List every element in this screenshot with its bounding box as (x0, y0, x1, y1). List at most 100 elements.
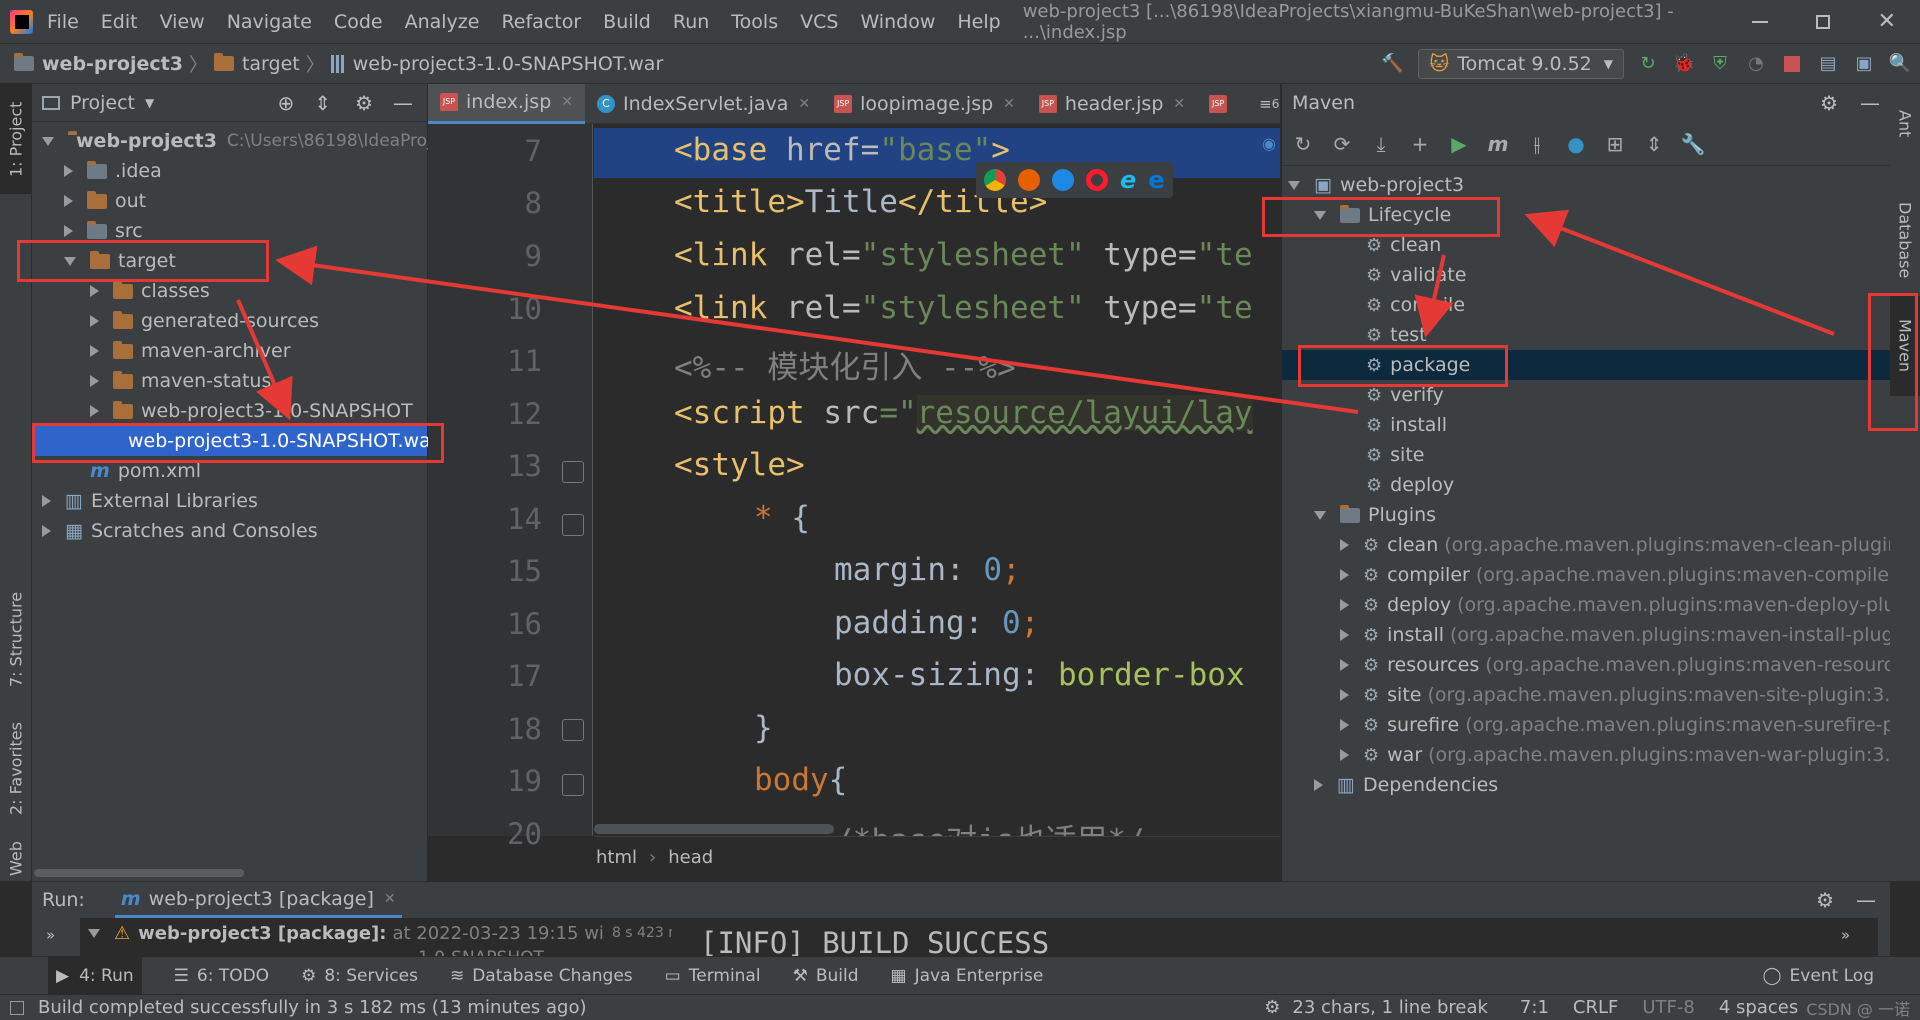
expand-more-icon[interactable]: » (1841, 926, 1850, 944)
status-message[interactable]: Build completed successfully in 3 s 182 … (38, 997, 587, 1018)
breadcrumb-html[interactable]: html (596, 847, 637, 868)
horizontal-scrollbar[interactable] (34, 869, 244, 877)
lifecycle-deploy[interactable]: ⚙ deploy (1282, 470, 1890, 500)
expand-icon[interactable] (42, 136, 54, 146)
fold-marker-icon[interactable] (562, 774, 584, 796)
tool-java-enterprise[interactable]: ▦ Java Enterprise (891, 966, 1044, 986)
menu-run[interactable]: Run (673, 11, 709, 33)
locate-icon[interactable]: ⊕ (278, 91, 295, 115)
line-separator[interactable]: CRLF (1573, 997, 1618, 1018)
caret-position[interactable]: 7:1 (1520, 997, 1549, 1018)
toggle-tool-windows-icon[interactable] (10, 1000, 24, 1015)
project-panel-title[interactable]: Project (70, 92, 135, 114)
close-tab-icon[interactable]: ✕ (798, 96, 810, 112)
menu-file[interactable]: File (47, 11, 79, 33)
tab-loopimage-jsp[interactable]: JSP loopimage.jsp ✕ (822, 84, 1027, 124)
tab-database[interactable]: Database (1890, 180, 1920, 300)
lifecycle-verify[interactable]: ⚙ verify (1282, 380, 1890, 410)
rerun-icon[interactable]: ↻ (1636, 52, 1660, 76)
maven-lifecycle[interactable]: Lifecycle (1282, 200, 1890, 230)
lifecycle-install[interactable]: ⚙ install (1282, 410, 1890, 440)
lifecycle-clean[interactable]: ⚙ clean (1282, 230, 1890, 260)
run-icon[interactable]: ▶ (1446, 131, 1472, 157)
chrome-icon[interactable] (984, 169, 1006, 191)
wrench-icon[interactable]: 🔧 (1680, 131, 1706, 157)
tab-index-jsp[interactable]: JSP index.jsp ✕ (428, 83, 585, 124)
tab-overflow-jsp[interactable]: JSP (1197, 84, 1247, 124)
ie-icon[interactable]: e (1120, 166, 1136, 194)
execute-goal-icon[interactable]: m (1485, 131, 1511, 157)
tree-item-classes[interactable]: classes (32, 276, 427, 306)
tool-services[interactable]: ⚙ 8: Services (301, 966, 418, 986)
lifecycle-site[interactable]: ⚙ site (1282, 440, 1890, 470)
tool-terminal[interactable]: ▭ Terminal (665, 966, 761, 986)
selection-info[interactable]: 23 chars, 1 line break (1292, 997, 1488, 1018)
crumb-target[interactable]: target (242, 53, 300, 75)
collapse-all-icon[interactable]: ⇕ (1641, 131, 1667, 157)
plugin-surefire[interactable]: ⚙ surefire (org.apache.maven.plugins:maven… (1282, 710, 1920, 740)
crumb-project[interactable]: web-project3 (42, 53, 183, 75)
indent-info[interactable]: 4 spaces (1719, 997, 1798, 1018)
tab-web[interactable]: Web (0, 834, 32, 884)
hide-icon[interactable]: — (393, 91, 413, 115)
menu-analyze[interactable]: Analyze (405, 11, 480, 33)
download-icon[interactable]: ⤓ (1368, 131, 1394, 157)
project-structure-icon[interactable]: ▤ (1816, 52, 1840, 76)
lifecycle-compile[interactable]: ⚙ compile (1282, 290, 1890, 320)
chevron-down-icon[interactable]: ▼ (145, 96, 154, 110)
hide-icon[interactable]: — (1860, 91, 1880, 115)
safari-icon[interactable] (1052, 169, 1074, 191)
plugin-deploy[interactable]: ⚙ deploy (org.apache.maven.plugins:maven-d… (1282, 590, 1920, 620)
file-encoding[interactable]: UTF-8 (1642, 997, 1694, 1018)
menu-window[interactable]: Window (860, 11, 935, 33)
menu-refactor[interactable]: Refactor (501, 11, 581, 33)
opera-icon[interactable] (1086, 169, 1108, 191)
close-tab-icon[interactable]: ✕ (384, 891, 396, 907)
tree-item-snapshot-folder[interactable]: web-project3-1.0-SNAPSHOT (32, 396, 427, 426)
tool-run[interactable]: ▶ 4: Run (48, 956, 142, 995)
menu-code[interactable]: Code (334, 11, 383, 33)
tree-item-external-libraries[interactable]: ▥ External Libraries (32, 486, 427, 516)
tree-item-maven-status[interactable]: maven-status (32, 366, 427, 396)
tab-structure[interactable]: 7: Structure (0, 584, 32, 694)
stop-icon[interactable] (1780, 52, 1804, 76)
build-hammer-icon[interactable]: 🔨 (1380, 52, 1404, 76)
close-tab-icon[interactable]: ✕ (1173, 96, 1185, 112)
tree-item-target[interactable]: target (32, 246, 427, 276)
lifecycle-validate[interactable]: ⚙ validate (1282, 260, 1890, 290)
horizontal-scrollbar[interactable] (594, 824, 834, 834)
eye-icon[interactable]: ◉ (1262, 134, 1276, 153)
tree-item-idea[interactable]: .idea (32, 156, 427, 186)
tree-item-out[interactable]: out (32, 186, 427, 216)
profile-icon[interactable]: ◔ (1744, 52, 1768, 76)
maven-project[interactable]: ▣ web-project3 (1282, 170, 1890, 200)
tree-item-generated-sources[interactable]: generated-sources (32, 306, 427, 336)
code-editor[interactable]: <base href="base"> <title>Title</title> … (594, 124, 1280, 836)
firefox-icon[interactable] (1018, 169, 1040, 191)
menu-edit[interactable]: Edit (101, 11, 138, 33)
plugin-install[interactable]: ⚙ install (org.apache.maven.plugins:maven-… (1282, 620, 1920, 650)
tree-item-war-file[interactable]: web-project3-1.0-SNAPSHOT.war (32, 426, 439, 456)
plugin-resources[interactable]: ⚙ resources (org.apache.maven.plugins:mave… (1282, 650, 1920, 680)
tab-project[interactable]: 1: Project (0, 84, 32, 194)
lifecycle-package[interactable]: ⚙ package (1282, 350, 1890, 380)
tree-item-src[interactable]: src (32, 216, 427, 246)
tree-item-scratches[interactable]: ▦ Scratches and Consoles (32, 516, 427, 546)
menu-help[interactable]: Help (957, 11, 1000, 33)
maven-plugins[interactable]: Plugins (1282, 500, 1890, 530)
tree-root[interactable]: web-project3 C:\Users\86198\IdeaProj (32, 126, 432, 156)
tab-indexservlet-java[interactable]: C IndexServlet.java ✕ (585, 84, 822, 124)
search-icon[interactable]: 🔍 (1888, 52, 1912, 76)
menu-tools[interactable]: Tools (731, 11, 778, 33)
fold-marker-icon[interactable] (562, 461, 584, 483)
collapse-icon[interactable]: ⇕ (314, 91, 331, 115)
show-dependencies-icon[interactable]: ⊞ (1602, 131, 1628, 157)
close-tab-icon[interactable]: ✕ (1003, 96, 1015, 112)
generate-sources-icon[interactable]: ⟳ (1329, 131, 1355, 157)
run-tab[interactable]: m web-project3 [package] ✕ (114, 882, 402, 918)
lifecycle-test[interactable]: ⚙ test (1282, 320, 1890, 350)
add-icon[interactable]: + (1407, 131, 1433, 157)
coverage-icon[interactable]: ⛨ (1708, 52, 1732, 76)
menu-view[interactable]: View (160, 11, 205, 33)
reload-icon[interactable]: ↻ (1290, 131, 1316, 157)
